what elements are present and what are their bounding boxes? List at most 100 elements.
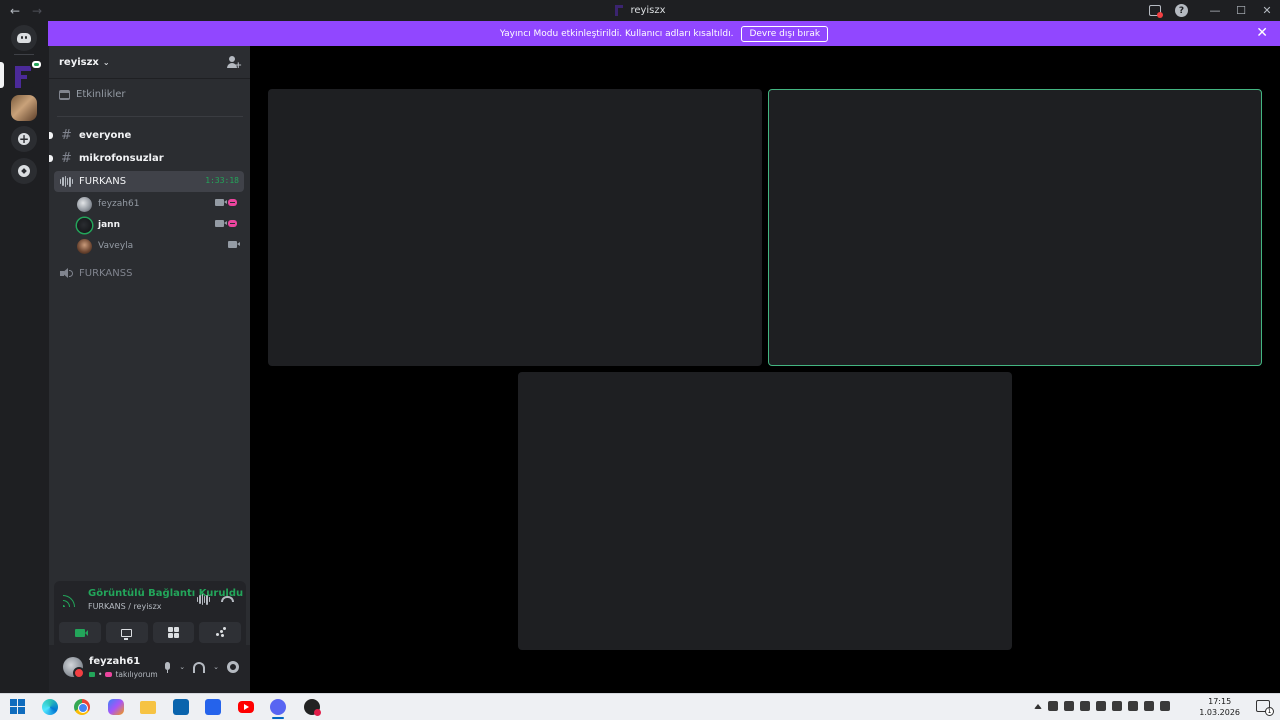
clock-date: 1.03.2026	[1199, 708, 1240, 717]
back-arrow-icon[interactable]: ←	[8, 4, 22, 18]
add-server-button[interactable]: +	[11, 126, 37, 152]
events-item[interactable]: Etkinlikler	[59, 89, 126, 100]
notification-center-icon[interactable]: 1	[1256, 700, 1274, 716]
user-avatar[interactable]	[63, 657, 85, 679]
help-icon[interactable]: ?	[1175, 4, 1188, 17]
voice-channel-furkanss[interactable]: FURKANSS	[54, 263, 244, 284]
camera-toggle-button[interactable]	[59, 622, 101, 643]
chevron-down-icon[interactable]: ⌄	[179, 663, 185, 671]
activities-icon	[167, 627, 179, 638]
voice-member[interactable]: jann	[77, 215, 243, 235]
unread-indicator	[49, 155, 53, 162]
channel-label: FURKANSS	[79, 268, 133, 279]
member-status-icons	[215, 199, 237, 206]
server-icon-reyiszx[interactable]	[11, 59, 43, 88]
screen-share-button[interactable]	[105, 622, 148, 643]
minimize-button[interactable]: —	[1202, 0, 1228, 21]
game-controller-icon	[105, 672, 113, 677]
soundboard-icon	[215, 627, 226, 638]
banner-close-icon[interactable]: ✕	[1256, 25, 1268, 41]
clock[interactable]: 17:15 1.03.2026	[1199, 696, 1240, 718]
network-icon[interactable]	[1048, 701, 1058, 711]
channel-everyone[interactable]: # everyone	[49, 125, 244, 146]
sidebar-divider	[57, 116, 243, 117]
channel-label: everyone	[79, 130, 132, 141]
plus-icon: +	[18, 132, 30, 146]
soundboard-button[interactable]	[199, 622, 241, 643]
microphone-icon[interactable]	[1096, 701, 1106, 711]
voice-member[interactable]: feyzah61	[77, 194, 243, 214]
system-tray	[1034, 701, 1170, 711]
voice-channel-furkans[interactable]: FURKANS 1:33:18	[54, 171, 244, 192]
video-tile[interactable]	[518, 372, 1012, 650]
gear-icon[interactable]	[227, 661, 239, 673]
chevron-down-icon: ⌄	[102, 57, 110, 67]
calendar-icon	[59, 89, 70, 100]
forward-arrow-icon[interactable]: →	[30, 4, 44, 18]
channel-label: FURKANS	[79, 176, 127, 187]
invite-people-icon[interactable]: +	[226, 55, 242, 71]
outlook-icon[interactable]	[173, 699, 189, 715]
copilot-icon[interactable]	[108, 699, 124, 715]
app-taskbar-icon[interactable]	[304, 699, 321, 716]
close-window-button[interactable]: ✕	[1254, 0, 1280, 21]
activities-button[interactable]	[152, 622, 195, 643]
window-controls: ? — ☐ ✕	[1149, 0, 1280, 21]
server-logo-icon	[614, 5, 624, 16]
headphones-icon[interactable]	[193, 661, 206, 673]
noise-suppression-icon[interactable]	[197, 594, 210, 605]
camera-icon	[215, 220, 227, 227]
status-separator: •	[98, 670, 103, 679]
hashtag-icon: #	[61, 151, 72, 166]
wifi-icon[interactable]	[1128, 701, 1138, 711]
window-title: reyiszx	[630, 5, 666, 16]
disable-streamer-mode-button[interactable]: Devre dışı bırak	[741, 25, 829, 42]
video-tile[interactable]	[268, 89, 762, 366]
server-icon-photo[interactable]	[11, 95, 37, 121]
maximize-button[interactable]: ☐	[1228, 0, 1254, 21]
chrome-browser-icon[interactable]	[74, 699, 90, 715]
edge-browser-icon[interactable]	[42, 699, 58, 715]
video-stage	[250, 46, 1280, 693]
discord-taskbar-icon[interactable]	[270, 699, 286, 715]
direct-messages-button[interactable]	[11, 25, 37, 51]
inbox-icon[interactable]	[1149, 5, 1163, 18]
taskbar: 17:15 1.03.2026 1	[0, 693, 1280, 720]
server-header[interactable]: reyiszx ⌄ +	[49, 46, 250, 79]
windows-start-icon[interactable]	[10, 699, 26, 715]
youtube-icon[interactable]	[238, 701, 254, 713]
disconnect-icon[interactable]	[221, 596, 234, 602]
volume-icon[interactable]	[1144, 701, 1154, 711]
events-label: Etkinlikler	[76, 89, 126, 100]
voice-connection-panel: Görüntülü Bağlantı Kuruldu FURKANS / rey…	[54, 581, 246, 645]
rail-separator	[14, 54, 34, 55]
tray-expand-icon[interactable]	[1034, 703, 1042, 709]
channel-sidebar: reyiszx ⌄ + Etkinlikler # everyone # mik…	[48, 46, 251, 693]
tray-app-icon[interactable]	[1112, 701, 1122, 711]
screen-share-icon	[121, 628, 133, 640]
tray-app-icon[interactable]	[1080, 701, 1090, 711]
file-explorer-icon[interactable]	[140, 701, 156, 714]
server-name: reyiszx	[59, 56, 99, 68]
selected-server-indicator	[0, 62, 4, 88]
explore-servers-button[interactable]	[11, 158, 37, 184]
channel-mikrofonsuzlar[interactable]: # mikrofonsuzlar	[49, 148, 244, 169]
camera-icon	[228, 241, 240, 248]
user-controls: ⌄ ⌄	[164, 661, 239, 673]
server-rail: +	[0, 21, 48, 693]
microsoft-store-icon[interactable]	[205, 699, 221, 715]
nav-buttons: ← →	[0, 4, 44, 18]
avatar	[77, 238, 92, 254]
voice-member[interactable]: Vaveyla	[77, 236, 243, 256]
tray-app-icon[interactable]	[1064, 701, 1074, 711]
connection-location[interactable]: FURKANS / reyiszx	[88, 602, 162, 611]
video-camera-icon	[74, 628, 88, 637]
member-name: Vaveyla	[98, 241, 134, 251]
video-tile-speaking[interactable]	[768, 89, 1262, 366]
active-app-indicator	[272, 717, 284, 719]
chevron-down-icon[interactable]: ⌄	[213, 663, 219, 671]
user-status: • takılıyorum	[89, 670, 158, 679]
battery-icon[interactable]	[1160, 701, 1170, 711]
avatar	[77, 196, 92, 212]
microphone-icon[interactable]	[164, 661, 171, 673]
